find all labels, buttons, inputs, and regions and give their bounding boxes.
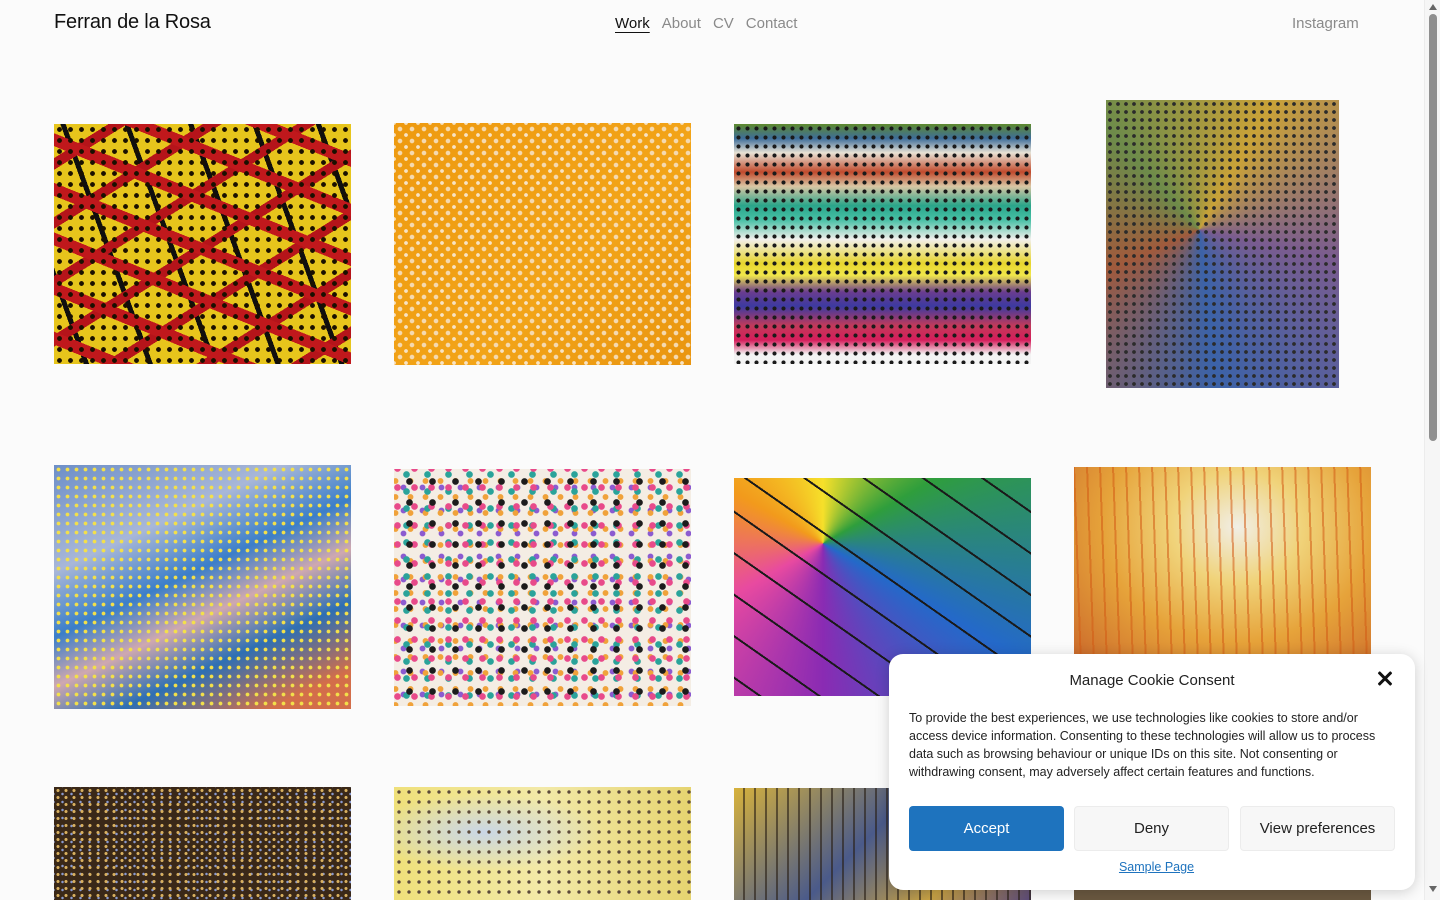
nav-item-about[interactable]: About: [662, 15, 701, 32]
site-title[interactable]: Ferran de la Rosa: [54, 11, 211, 34]
artwork-thumbnail[interactable]: [1074, 467, 1371, 667]
artwork-thumbnail[interactable]: [54, 465, 351, 709]
artwork-thumbnail[interactable]: [394, 787, 691, 900]
scroll-down-arrow-icon[interactable]: [1429, 886, 1437, 892]
artwork-thumbnail[interactable]: [1106, 100, 1339, 388]
view-preferences-button[interactable]: View preferences: [1240, 806, 1395, 851]
artwork-thumbnail[interactable]: [734, 124, 1031, 364]
main-nav: Work About CV Contact: [615, 15, 797, 32]
sample-page-link[interactable]: Sample Page: [889, 860, 1424, 874]
artwork-thumbnail[interactable]: [54, 124, 351, 364]
deny-button[interactable]: Deny: [1074, 806, 1229, 851]
nav-item-work[interactable]: Work: [615, 15, 650, 32]
artwork-thumbnail[interactable]: [394, 469, 691, 706]
nav-item-contact[interactable]: Contact: [746, 15, 798, 32]
artwork-thumbnail[interactable]: [394, 123, 691, 365]
artwork-thumbnail[interactable]: [54, 787, 351, 900]
scroll-up-arrow-icon[interactable]: [1429, 4, 1437, 10]
site-header: Ferran de la Rosa Work About CV Contact …: [0, 0, 1424, 48]
instagram-link[interactable]: Instagram: [1292, 15, 1359, 32]
close-icon[interactable]: [1374, 668, 1396, 690]
scrollbar-thumb[interactable]: [1429, 14, 1437, 441]
nav-item-cv[interactable]: CV: [713, 15, 734, 32]
cookie-dialog-title: Manage Cookie Consent: [1069, 672, 1235, 689]
cookie-dialog-body: To provide the best experiences, we use …: [909, 711, 1376, 779]
page-scrollbar[interactable]: [1424, 0, 1440, 900]
cookie-consent-dialog: Manage Cookie Consent To provide the bes…: [889, 654, 1415, 890]
accept-button[interactable]: Accept: [909, 806, 1064, 851]
